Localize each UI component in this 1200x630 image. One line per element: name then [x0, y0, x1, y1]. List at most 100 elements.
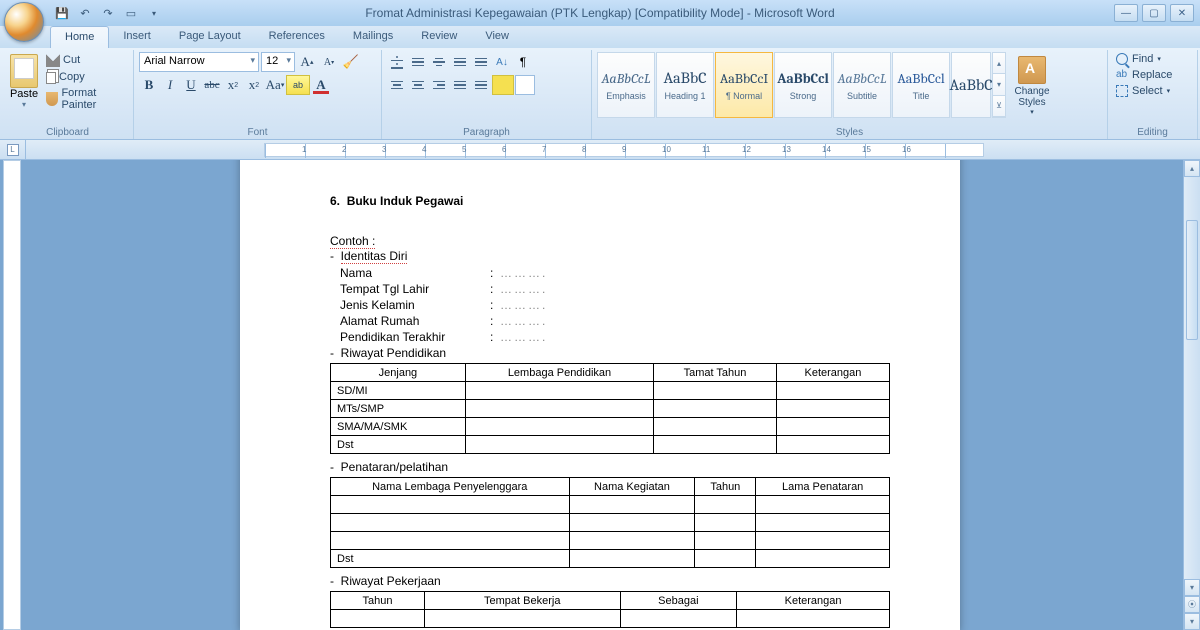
- borders-button[interactable]: [515, 75, 535, 95]
- window-title: Fromat Administrasi Kepegawaian (PTK Len…: [365, 6, 834, 20]
- cut-icon: [46, 53, 60, 67]
- document-area: 6. Buku Induk Pegawai Contoh : - Identit…: [0, 160, 1200, 630]
- paste-button[interactable]: Paste ▾: [7, 52, 41, 139]
- shading-button[interactable]: [492, 75, 514, 95]
- find-button[interactable]: Find▾: [1113, 52, 1192, 66]
- doc-sec-penataran: Penataran/pelatihan: [341, 460, 448, 474]
- italic-button[interactable]: I: [160, 75, 180, 95]
- numbering-button[interactable]: [408, 52, 428, 72]
- group-label-font: Font: [134, 127, 381, 138]
- styles-up-button[interactable]: ▴: [993, 53, 1005, 74]
- align-center-button[interactable]: [408, 75, 428, 95]
- minimize-button[interactable]: —: [1114, 4, 1138, 22]
- tab-view[interactable]: View: [471, 26, 523, 48]
- group-styles: AaBbCcLEmphasis AaBbCHeading 1 AaBbCcI¶ …: [592, 50, 1108, 139]
- group-label-clipboard: Clipboard: [2, 127, 133, 138]
- font-name-select[interactable]: Arial Narrow: [139, 52, 259, 72]
- bold-button[interactable]: B: [139, 75, 159, 95]
- prev-page-button[interactable]: ⦿: [1184, 596, 1200, 613]
- copy-button[interactable]: Copy: [44, 69, 128, 85]
- scroll-down-button[interactable]: ▾: [1184, 579, 1200, 596]
- maximize-button[interactable]: ▢: [1142, 4, 1166, 22]
- format-painter-button[interactable]: Format Painter: [44, 86, 128, 112]
- style-more[interactable]: AaBbC: [951, 52, 991, 118]
- underline-button[interactable]: U: [181, 75, 201, 95]
- tab-references[interactable]: References: [255, 26, 339, 48]
- next-page-button[interactable]: ▾: [1184, 613, 1200, 630]
- title-bar: 💾 ↶ ↷ ▭ ▾ Fromat Administrasi Kepegawaia…: [0, 0, 1200, 26]
- font-color-button[interactable]: A: [311, 75, 331, 95]
- style-subtitle[interactable]: AaBbCcLSubtitle: [833, 52, 891, 118]
- justify-button[interactable]: [450, 75, 470, 95]
- bullets-button[interactable]: [387, 52, 407, 72]
- group-paragraph: A↓ ¶ Paragraph: [382, 50, 592, 139]
- replace-button[interactable]: abReplace: [1113, 68, 1192, 82]
- style-strong[interactable]: AaBbCclStrong: [774, 52, 832, 118]
- decrease-indent-button[interactable]: [450, 52, 470, 72]
- tab-review[interactable]: Review: [407, 26, 471, 48]
- paste-label: Paste: [10, 88, 38, 100]
- styles-down-button[interactable]: ▾: [993, 74, 1005, 95]
- horizontal-ruler[interactable]: 12345678910111213141516: [264, 140, 1200, 159]
- group-label-editing: Editing: [1108, 127, 1197, 138]
- group-clipboard: Paste ▾ Cut Copy Format Painter Clipboar…: [2, 50, 134, 139]
- show-marks-button[interactable]: ¶: [513, 52, 533, 72]
- close-button[interactable]: ✕: [1170, 4, 1194, 22]
- change-case-button[interactable]: Aa▾: [265, 75, 285, 95]
- style-heading1[interactable]: AaBbCHeading 1: [656, 52, 714, 118]
- cut-button[interactable]: Cut: [44, 52, 128, 68]
- redo-icon[interactable]: ↷: [98, 3, 118, 23]
- styles-more-button[interactable]: ⊻: [993, 96, 1005, 117]
- style-normal[interactable]: AaBbCcI¶ Normal: [715, 52, 773, 118]
- align-right-button[interactable]: [429, 75, 449, 95]
- styles-scroll: ▴ ▾ ⊻: [992, 52, 1006, 118]
- doc-sec-pekerjaan: Riwayat Pekerjaan: [341, 574, 441, 588]
- office-button[interactable]: [4, 2, 44, 42]
- clear-formatting-button[interactable]: 🧹: [341, 52, 361, 72]
- scroll-thumb[interactable]: [1186, 220, 1198, 340]
- group-font: Arial Narrow 12 A▴ A▾ 🧹 B I U abc x2 x2 …: [134, 50, 382, 139]
- table-pendidikan: JenjangLembaga PendidikanTamat TahunKete…: [330, 363, 890, 454]
- format-painter-icon: [46, 92, 58, 106]
- multilevel-list-button[interactable]: [429, 52, 449, 72]
- ruler-bar: L 12345678910111213141516: [0, 140, 1200, 160]
- align-left-button[interactable]: [387, 75, 407, 95]
- qat-menu-icon[interactable]: ▾: [144, 3, 164, 23]
- tab-insert[interactable]: Insert: [109, 26, 165, 48]
- doc-sec-identitas: Identitas Diri: [341, 249, 408, 264]
- select-button[interactable]: Select▾: [1113, 84, 1192, 98]
- grow-font-button[interactable]: A▴: [297, 52, 317, 72]
- subscript-button[interactable]: x2: [223, 75, 243, 95]
- paste-icon: [10, 54, 38, 88]
- ruler-corner[interactable]: L: [0, 140, 26, 159]
- scroll-up-button[interactable]: ▴: [1184, 160, 1200, 177]
- print-preview-icon[interactable]: ▭: [121, 3, 141, 23]
- replace-icon: ab: [1116, 69, 1128, 81]
- line-spacing-button[interactable]: [471, 75, 491, 95]
- copy-icon: [46, 72, 56, 84]
- document-page[interactable]: 6. Buku Induk Pegawai Contoh : - Identit…: [240, 160, 960, 630]
- save-icon[interactable]: 💾: [52, 3, 72, 23]
- style-emphasis[interactable]: AaBbCcLEmphasis: [597, 52, 655, 118]
- quick-access-toolbar: 💾 ↶ ↷ ▭ ▾: [52, 3, 164, 23]
- group-editing: Find▾ abReplace Select▾ Editing: [1108, 50, 1198, 139]
- font-size-select[interactable]: 12: [261, 52, 295, 72]
- style-title[interactable]: AaBbCclTitle: [892, 52, 950, 118]
- sort-button[interactable]: A↓: [492, 52, 512, 72]
- tab-mailings[interactable]: Mailings: [339, 26, 407, 48]
- highlight-button[interactable]: ab: [286, 75, 310, 95]
- table-penataran: Nama Lembaga PenyelenggaraNama KegiatanT…: [330, 477, 890, 568]
- vertical-ruler[interactable]: [3, 160, 21, 630]
- tab-page-layout[interactable]: Page Layout: [165, 26, 255, 48]
- change-styles-button[interactable]: Change Styles ▾: [1009, 52, 1055, 139]
- group-label-styles: Styles: [592, 127, 1107, 138]
- tab-home[interactable]: Home: [50, 26, 109, 48]
- undo-icon[interactable]: ↶: [75, 3, 95, 23]
- find-icon: [1116, 53, 1128, 65]
- shrink-font-button[interactable]: A▾: [319, 52, 339, 72]
- strikethrough-button[interactable]: abc: [202, 75, 222, 95]
- change-styles-icon: [1018, 56, 1046, 84]
- increase-indent-button[interactable]: [471, 52, 491, 72]
- vertical-scrollbar: ▴ ▾ ⦿ ▾: [1183, 160, 1200, 630]
- superscript-button[interactable]: x2: [244, 75, 264, 95]
